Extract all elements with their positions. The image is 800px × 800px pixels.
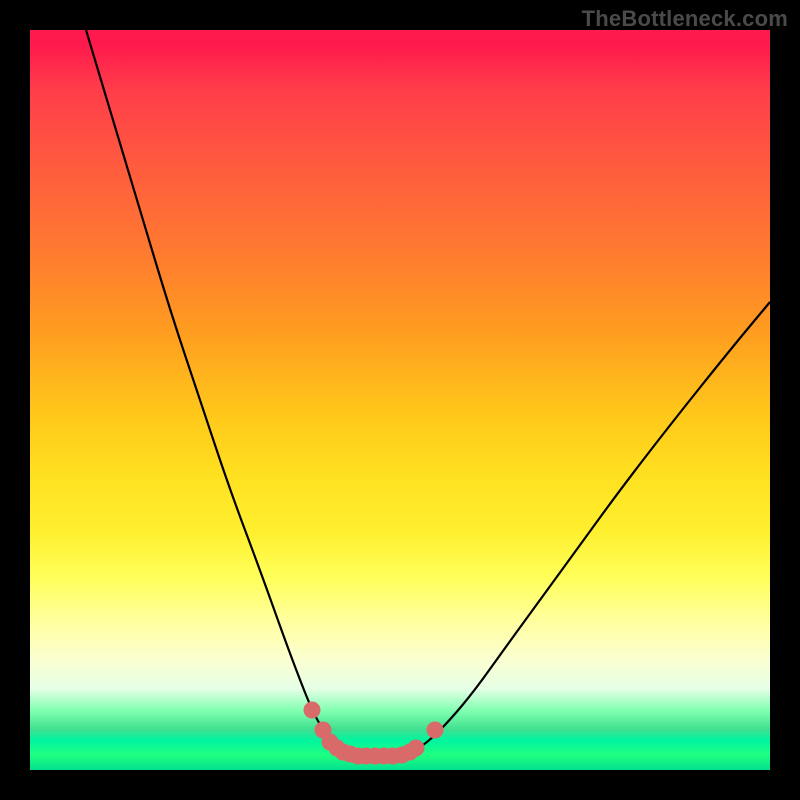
curve-left — [86, 30, 385, 756]
marker-point — [304, 702, 321, 719]
watermark-text: TheBottleneck.com — [582, 6, 788, 32]
marker-point — [408, 740, 425, 757]
frame: TheBottleneck.com — [0, 0, 800, 800]
curve-right — [385, 302, 770, 756]
marker-point — [427, 722, 444, 739]
trough-markers — [304, 702, 444, 765]
plot-area — [30, 30, 770, 770]
chart-svg — [30, 30, 770, 770]
